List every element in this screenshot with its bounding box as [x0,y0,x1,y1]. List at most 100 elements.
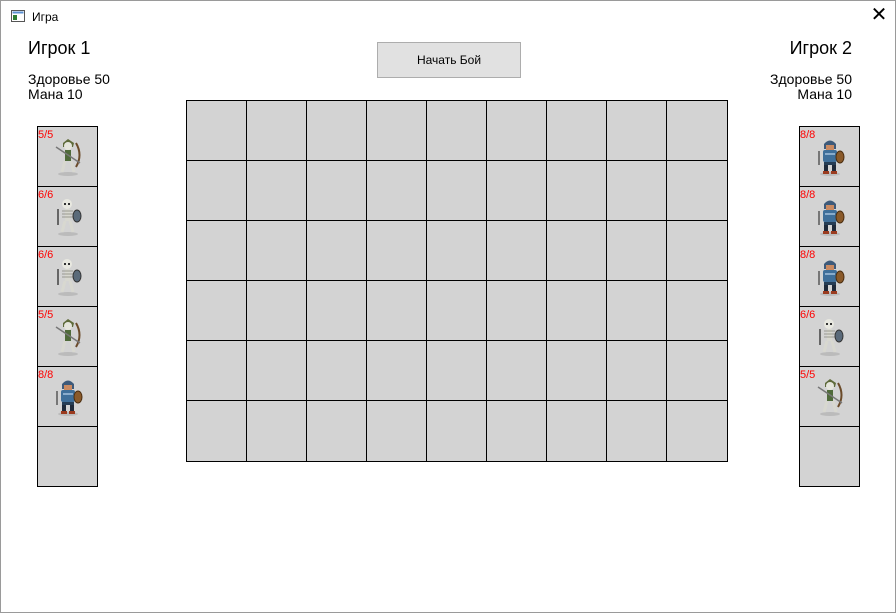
board-cell[interactable] [607,341,667,401]
app-icon [11,10,25,22]
board-cell[interactable] [667,161,727,221]
board-cell[interactable] [607,221,667,281]
board-cell[interactable] [367,221,427,281]
player1-stats: Здоровье 50 Мана 10 [28,72,110,102]
board-cell[interactable] [307,401,367,461]
unit-hp-label: 8/8 [800,129,816,141]
board-cell[interactable] [667,101,727,161]
board-cell[interactable] [607,401,667,461]
board-cell[interactable] [547,161,607,221]
board-cell[interactable] [247,101,307,161]
board-cell[interactable] [367,341,427,401]
skeleton-warrior-icon [57,199,82,236]
board-cell[interactable] [247,401,307,461]
player1-mana: Мана 10 [28,86,83,102]
start-battle-button[interactable]: Начать Бой [377,42,521,78]
board-cell[interactable] [247,281,307,341]
player2-hand-slot[interactable]: 6/6 [800,307,859,367]
player1-hand-slot[interactable]: 8/8 [38,367,97,427]
board-cell[interactable] [187,281,247,341]
board-cell[interactable] [307,161,367,221]
player1-hand-slot[interactable]: 5/5 [38,127,97,187]
player1-hand-slot[interactable]: 6/6 [38,247,97,307]
title-bar: Игра ✕ [1,1,895,32]
board-cell[interactable] [307,101,367,161]
player2-hand: 8/8 8/8 8/8 6/6 5/5 [799,126,860,487]
board-cell[interactable] [427,401,487,461]
player2-health: Здоровье 50 [770,71,852,87]
skeleton-archer-icon [55,319,81,356]
board-cell[interactable] [247,161,307,221]
close-icon[interactable]: ✕ [865,5,893,27]
board-cell[interactable] [187,161,247,221]
unit-hp-label: 8/8 [38,369,54,381]
player1-hand-slot[interactable] [38,427,97,486]
player2-hand-slot[interactable]: 8/8 [800,187,859,247]
board-cell[interactable] [487,161,547,221]
battle-board [186,100,728,462]
player1-hand: 5/5 6/6 6/6 5/5 8/8 [37,126,98,487]
player2-hand-slot[interactable]: 8/8 [800,127,859,187]
unit-hp-label: 8/8 [800,189,816,201]
board-cell[interactable] [487,341,547,401]
player2-stats: Здоровье 50 Мана 10 [770,72,852,102]
board-cell[interactable] [667,341,727,401]
board-cell[interactable] [427,281,487,341]
board-cell[interactable] [547,281,607,341]
unit-hp-label: 6/6 [800,309,816,321]
board-cell[interactable] [247,341,307,401]
board-cell[interactable] [307,341,367,401]
board-cell[interactable] [427,161,487,221]
board-cell[interactable] [667,221,727,281]
board-cell[interactable] [367,101,427,161]
player1-health: Здоровье 50 [28,71,110,87]
board-cell[interactable] [427,221,487,281]
board-cell[interactable] [487,101,547,161]
unit-hp-label: 8/8 [800,249,816,261]
player1-hand-slot[interactable]: 6/6 [38,187,97,247]
skeleton-warrior-icon [57,259,82,296]
window-title: Игра [32,10,59,24]
board-cell[interactable] [607,101,667,161]
board-cell[interactable] [367,281,427,341]
board-cell[interactable] [547,401,607,461]
board-cell[interactable] [247,221,307,281]
board-cell[interactable] [187,401,247,461]
board-cell[interactable] [607,281,667,341]
unit-hp-label: 5/5 [38,309,54,321]
armored-knight-icon [56,380,83,416]
skeleton-archer-icon [817,379,843,416]
board-cell[interactable] [367,161,427,221]
game-window: Игра ✕ Игрок 1 Здоровье 50 Мана 10 Игрок… [0,0,896,613]
board-cell[interactable] [667,281,727,341]
board-cell[interactable] [367,401,427,461]
player2-mana: Мана 10 [797,86,852,102]
board-cell[interactable] [487,401,547,461]
unit-hp-label: 5/5 [800,369,816,381]
player2-name: Игрок 2 [789,38,852,58]
board-cell[interactable] [187,221,247,281]
board-cell[interactable] [187,101,247,161]
unit-hp-label: 6/6 [38,249,54,261]
board-cell[interactable] [667,401,727,461]
board-cell[interactable] [607,161,667,221]
player2-hand-slot[interactable]: 5/5 [800,367,859,427]
skeleton-warrior-icon [819,319,844,356]
board-cell[interactable] [427,101,487,161]
player2-hand-slot[interactable]: 8/8 [800,247,859,307]
armored-knight-icon [818,260,845,296]
board-cell[interactable] [187,341,247,401]
board-cell[interactable] [547,221,607,281]
unit-hp-label: 6/6 [38,189,54,201]
board-cell[interactable] [427,341,487,401]
board-cell[interactable] [307,281,367,341]
board-cell[interactable] [487,281,547,341]
skeleton-archer-icon [55,139,81,176]
board-cell[interactable] [547,341,607,401]
player1-hand-slot[interactable]: 5/5 [38,307,97,367]
board-cell[interactable] [307,221,367,281]
board-cell[interactable] [547,101,607,161]
player1-name: Игрок 1 [28,38,91,58]
board-cell[interactable] [487,221,547,281]
player2-hand-slot[interactable] [800,427,859,486]
